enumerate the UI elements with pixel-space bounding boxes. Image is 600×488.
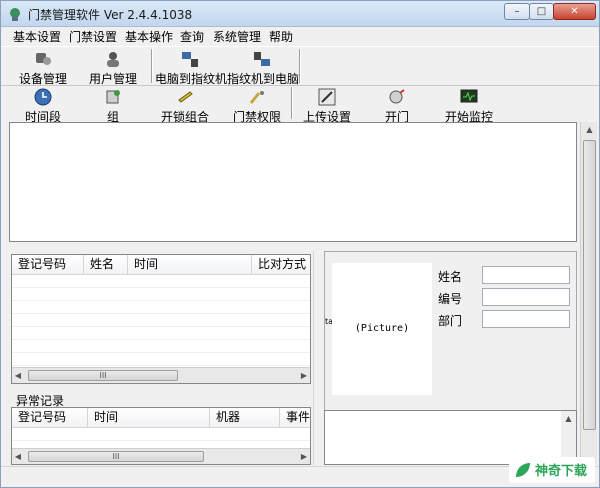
pc-to-device-icon — [182, 52, 198, 67]
group-button[interactable]: 组 — [89, 88, 137, 124]
menu-access-settings[interactable]: 门禁设置 — [69, 28, 117, 45]
unlock-combo-button[interactable]: 开锁组合 — [157, 88, 213, 124]
start-monitoring-button[interactable]: 开始监控 — [441, 88, 497, 124]
column-header-name[interactable]: 姓名 — [84, 255, 128, 275]
clock-icon — [34, 88, 52, 106]
toolbar-separator — [291, 87, 293, 119]
pc-to-device-button[interactable]: 电脑到指纹机 — [155, 50, 228, 86]
column-header-reg-number[interactable]: 登记号码 — [12, 408, 88, 428]
column-header-time[interactable]: 时间 — [88, 408, 210, 428]
scroll-up-icon[interactable]: ▲ — [561, 414, 576, 423]
open-door-icon — [389, 89, 405, 104]
abnormal-horizontal-scrollbar[interactable]: ◀ III ▶ — [12, 448, 310, 464]
title-bar[interactable]: 门禁管理软件 Ver 2.4.4.1038 – □ ✕ — [1, 1, 599, 27]
scroll-up-icon[interactable]: ▲ — [581, 125, 598, 134]
scroll-right-icon[interactable]: ▶ — [298, 371, 310, 380]
records-grid-header: 登记号码 姓名 时间 比对方式 — [12, 255, 310, 275]
column-header-machine[interactable]: 机器 — [210, 408, 280, 428]
records-grid[interactable]: 登记号码 姓名 时间 比对方式 ◀ III ▶ — [11, 254, 311, 384]
menu-bar: 基本设置 门禁设置 基本操作 查询 系统管理 帮助 — [1, 27, 599, 45]
upload-icon — [318, 88, 336, 106]
primary-toolbar: 设备管理 用户管理 电脑到指纹机 指纹机到电脑 — [1, 46, 599, 86]
toolbar-separator — [299, 49, 301, 83]
menu-basic-operations[interactable]: 基本操作 — [125, 28, 173, 45]
department-field[interactable] — [482, 310, 570, 328]
name-field[interactable] — [482, 266, 570, 284]
group-icon — [106, 90, 120, 104]
menu-query[interactable]: 查询 — [180, 28, 204, 45]
panel-splitter[interactable] — [313, 251, 322, 465]
records-scroll-thumb[interactable]: III — [28, 370, 178, 381]
abnormal-grid-body[interactable] — [12, 428, 310, 448]
upload-settings-button[interactable]: 上传设置 — [299, 88, 355, 124]
watermark-logo: 神奇下载 — [509, 457, 595, 483]
main-vertical-scrollbar[interactable]: ▲ — [580, 122, 597, 464]
user-management-button[interactable]: 用户管理 — [85, 50, 141, 86]
id-number-label: 编号 — [438, 292, 463, 306]
watermark-text: 神奇下载 — [535, 464, 588, 479]
close-button[interactable]: ✕ — [553, 3, 596, 20]
maximize-button[interactable]: □ — [529, 3, 554, 20]
menu-help[interactable]: 帮助 — [269, 28, 293, 45]
id-number-field[interactable] — [482, 288, 570, 306]
column-header-time[interactable]: 时间 — [128, 255, 252, 275]
monitor-icon — [460, 89, 478, 103]
user-icon — [107, 52, 119, 67]
records-grid-body[interactable] — [12, 275, 310, 367]
column-header-event[interactable]: 事件 — [280, 408, 310, 428]
user-management-label: 用户管理 — [88, 72, 137, 86]
abnormal-grid-header: 登记号码 时间 机器 事件 — [12, 408, 310, 428]
scroll-right-icon[interactable]: ▶ — [298, 452, 310, 461]
abnormal-scroll-thumb[interactable]: III — [28, 451, 204, 462]
scroll-left-icon[interactable]: ◀ — [12, 452, 24, 461]
unlock-combo-icon — [178, 91, 193, 103]
pc-to-device-label: 电脑到指纹机 — [155, 72, 228, 86]
device-to-pc-icon — [254, 52, 270, 66]
device-management-button[interactable]: 设备管理 — [15, 50, 71, 86]
scroll-thumb[interactable] — [583, 140, 596, 430]
person-picture: (Picture) — [332, 263, 432, 395]
app-icon — [10, 8, 20, 21]
department-label: 部门 — [438, 314, 463, 328]
picture-placeholder-text: (Picture) — [354, 323, 410, 334]
records-horizontal-scrollbar[interactable]: ◀ III ▶ — [12, 367, 310, 383]
secondary-toolbar: 时间段 组 开锁组合 门禁权限 上传设置 开门 开始监控 — [1, 87, 599, 124]
name-label: 姓名 — [438, 270, 463, 284]
toolbar-separator — [151, 49, 153, 83]
scroll-left-icon[interactable]: ◀ — [12, 371, 24, 380]
device-icon — [36, 53, 51, 65]
menu-system-management[interactable]: 系统管理 — [213, 28, 261, 45]
device-to-pc-button[interactable]: 指纹机到电脑 — [227, 50, 300, 86]
main-window: 门禁管理软件 Ver 2.4.4.1038 – □ ✕ 基本设置 门禁设置 基本… — [0, 0, 600, 488]
access-permission-button[interactable]: 门禁权限 — [229, 88, 285, 124]
event-log-area[interactable] — [9, 122, 577, 242]
access-permission-icon — [250, 91, 264, 104]
column-header-verify-mode[interactable]: 比对方式 — [252, 255, 310, 275]
device-to-pc-label: 指纹机到电脑 — [227, 72, 300, 86]
abnormal-records-grid[interactable]: 登记号码 时间 机器 事件 ◀ III ▶ — [11, 407, 311, 465]
watermark-leaf-icon — [516, 463, 530, 477]
window-title: 门禁管理软件 Ver 2.4.4.1038 — [28, 8, 193, 22]
menu-basic-settings[interactable]: 基本设置 — [13, 28, 61, 45]
time-period-button[interactable]: 时间段 — [17, 88, 69, 124]
open-door-button[interactable]: 开门 — [371, 88, 423, 124]
column-header-reg-number[interactable]: 登记号码 — [12, 255, 84, 275]
device-management-label: 设备管理 — [18, 72, 67, 86]
minimize-button[interactable]: – — [504, 3, 530, 20]
